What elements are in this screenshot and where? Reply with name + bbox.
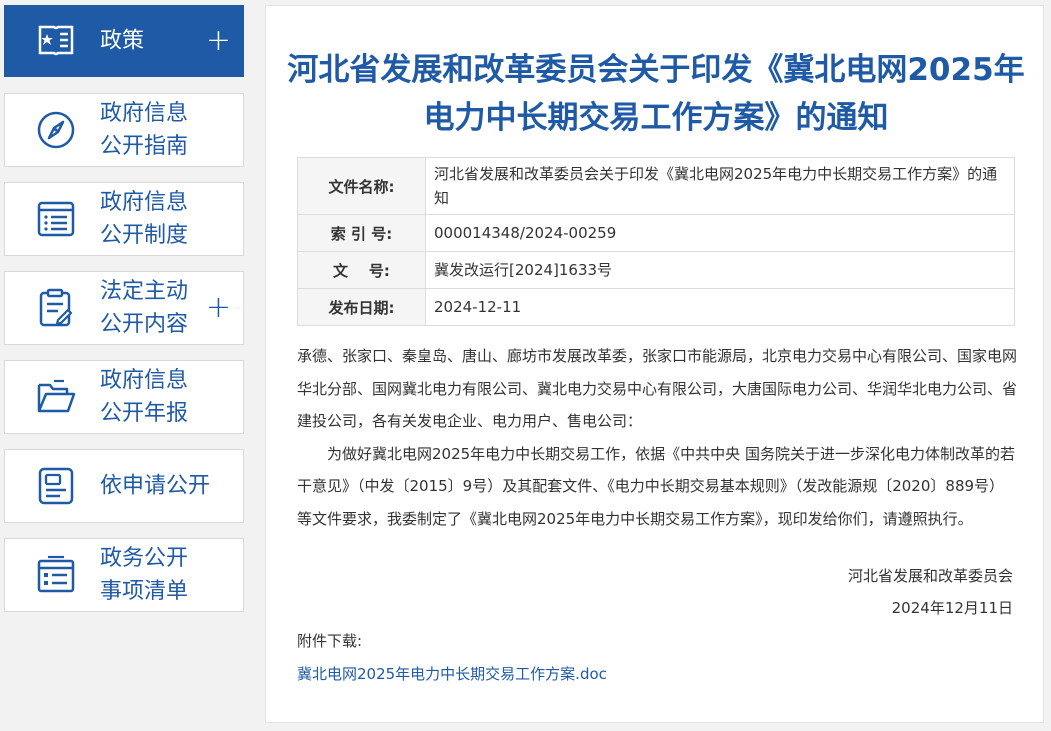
attachment-label: 附件下载: [297,632,363,650]
list-document-icon [37,201,75,237]
attachment-download-link[interactable]: 冀北电网2025年电力中长期交易工作方案.doc [297,663,607,684]
meta-value-doc-no: 冀发改运行[2024]1633号 [425,251,1015,289]
sidebar-item-label: 依申请公开 [100,473,211,499]
signature-date: 2024年12月11日 [891,599,1013,617]
sidebar-item-disclosure-guide[interactable]: 政府信息 公开指南 [4,93,244,167]
document-title: 河北省发展和改革委员会关于印发《冀北电网2025年电力中长期交易工作方案》的通知 [287,52,1025,136]
sidebar-item-statutory-content[interactable]: 法定主动 公开内容 + [4,271,244,345]
meta-value-index: 000014348/2024-00259 [425,214,1015,252]
meta-key-date: 发布日期: [297,288,426,326]
sidebar-item-label: 政策 [100,28,145,54]
policy-book-icon [38,25,74,56]
body-paragraph: 为做好冀北电网2025年电力中长期交易工作，依据《中共中央 国务院关于进一步深化… [297,444,1015,528]
document-meta-table: 文件名称: 河北省发展和改革委员会关于印发《冀北电网2025年电力中长期交易工作… [297,157,1015,326]
sidebar-item-affairs-list[interactable]: 政务公开 事项清单 [4,538,244,612]
meta-value-date: 2024-12-11 [425,288,1015,326]
sidebar-item-label: 政府信息 公开制度 [100,190,189,248]
meta-key-index: 索 引 号: [297,214,426,252]
folder-open-icon [37,379,76,413]
meta-row-index: 索 引 号: 000014348/2024-00259 [297,214,1015,252]
sidebar-item-label: 法定主动 公开内容 [100,279,189,337]
document-body: 承德、张家口、秦皇岛、唐山、廊坊市发展改革委，张家口市能源局，北京电力交易中心有… [297,340,1017,535]
checklist-icon [37,555,75,593]
document-panel: 河北省发展和改革委员会关于印发《冀北电网2025年电力中长期交易工作方案》的通知… [265,5,1044,723]
sidebar-item-label: 政府信息 公开年报 [100,368,189,426]
signature-org: 河北省发展和改革委员会 [847,567,1013,585]
meta-row-date: 发布日期: 2024-12-11 [297,288,1015,326]
meta-value-name: 河北省发展和改革委员会关于印发《冀北电网2025年电力中长期交易工作方案》的通知 [425,157,1015,215]
application-form-icon [38,467,74,505]
sidebar-item-label: 政务公开 事项清单 [100,546,189,604]
meta-key-name: 文件名称: [297,157,426,215]
meta-row-name: 文件名称: 河北省发展和改革委员会关于印发《冀北电网2025年电力中长期交易工作… [297,157,1015,215]
sidebar-item-annual-report[interactable]: 政府信息 公开年报 [4,360,244,434]
recipients-paragraph: 承德、张家口、秦皇岛、唐山、廊坊市发展改革委，张家口市能源局，北京电力交易中心有… [297,347,1018,430]
meta-key-doc-no: 文 号: [297,251,426,289]
meta-row-doc-no: 文 号: 冀发改运行[2024]1633号 [297,251,1015,289]
clipboard-edit-icon [39,288,73,327]
sidebar-item-policy[interactable]: 政策 + [4,5,244,77]
sidebar-item-application-disclosure[interactable]: 依申请公开 [4,449,244,523]
sidebar-item-label: 政府信息 公开指南 [100,101,189,159]
expand-plus-icon[interactable]: + [206,26,231,56]
sidebar-item-disclosure-system[interactable]: 政府信息 公开制度 [4,182,244,256]
compass-icon [37,111,75,149]
expand-plus-icon[interactable]: + [206,293,231,323]
sidebar: 政策 + 政府信息 公开指南 政府信息 公开制度 法定主动 公开内容 + 政府信… [4,5,244,627]
